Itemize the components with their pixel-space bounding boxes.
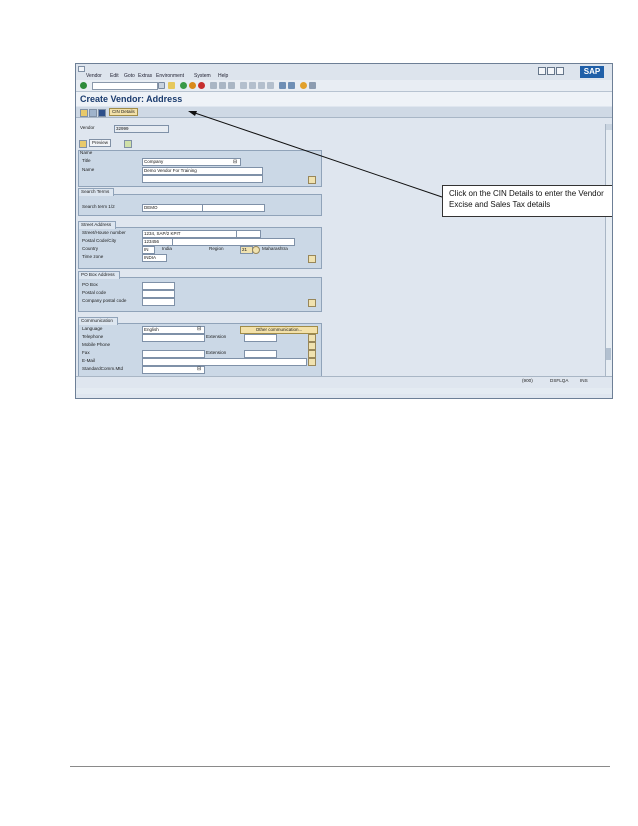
- callout-arrow: [188, 111, 443, 198]
- sap-window: Vendor Edit Goto Extras Environment Syst…: [75, 63, 613, 399]
- page-footer-rule: [70, 766, 610, 767]
